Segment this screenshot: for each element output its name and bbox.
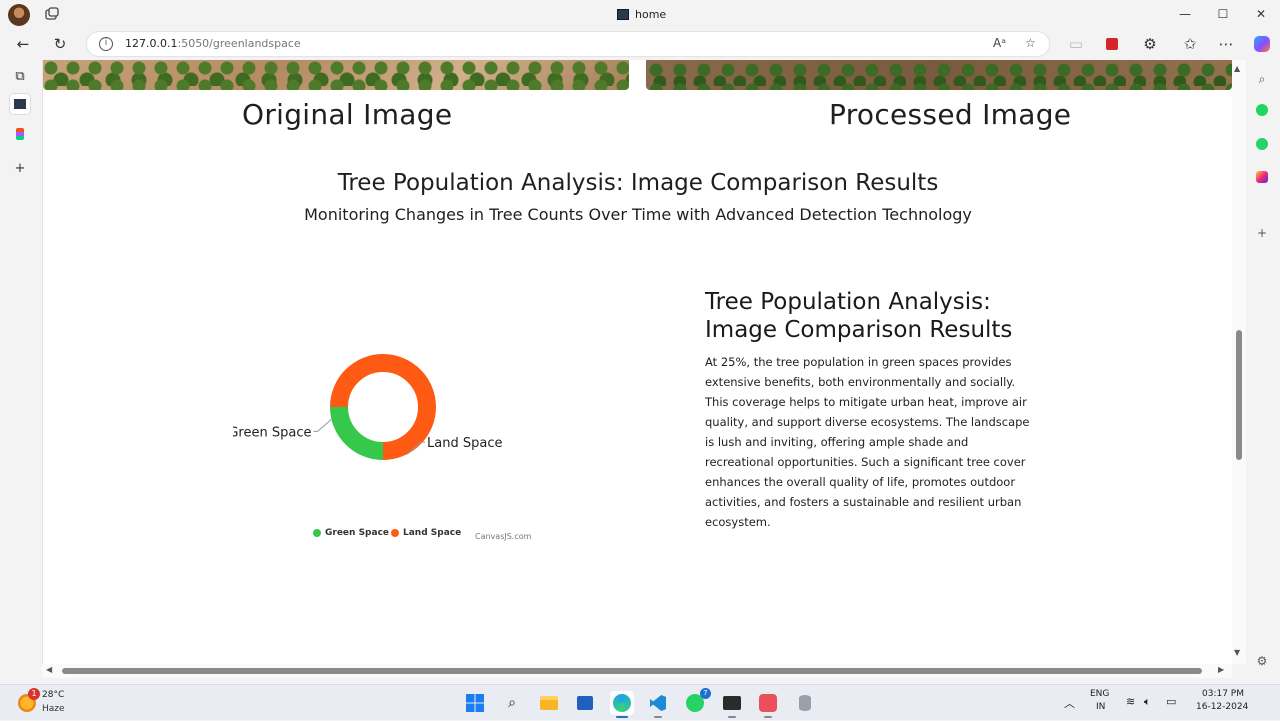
terminal-running-indicator: [728, 716, 736, 718]
terminal-favicon-icon: [617, 8, 629, 20]
clock-time[interactable]: 03:17 PM: [1202, 689, 1244, 699]
database-icon[interactable]: [793, 691, 817, 715]
sidebar-settings-icon[interactable]: ⚙: [1253, 652, 1271, 670]
scroll-up-arrow-icon[interactable]: ▲: [1234, 64, 1240, 73]
green-legend-marker: [313, 529, 321, 537]
active-tab[interactable]: home: [617, 6, 666, 22]
weather-badge: 1: [28, 688, 40, 700]
app-a-icon[interactable]: [756, 691, 780, 718]
system-tray: ︿ ENG IN ≋ 🔈︎ ▭ 03:17 PM 16-12-2024: [1060, 685, 1280, 721]
weather-temperature: 28°C: [42, 690, 65, 700]
wifi-icon[interactable]: ≋: [1126, 695, 1135, 708]
original-image-caption: Original Image: [242, 98, 453, 131]
whatsapp-taskbar-icon[interactable]: 7: [683, 688, 711, 715]
analysis-body: At 25%, the tree population in green spa…: [705, 355, 1030, 529]
microsoft-store-icon[interactable]: [573, 691, 597, 715]
legend-label-land: Land Space: [403, 528, 462, 538]
vertical-tabs-bar: ⧉ +: [0, 60, 42, 684]
vertical-scrollbar[interactable]: ▲ ▼: [1232, 60, 1246, 664]
edge-sidebar: ⌕ + ⚙: [1246, 60, 1280, 684]
scroll-down-arrow-icon[interactable]: ▼: [1234, 648, 1240, 657]
extension-red-icon[interactable]: [1100, 32, 1124, 56]
weather-condition: Haze: [42, 704, 65, 714]
split-screen-icon[interactable]: ▭: [1064, 32, 1088, 56]
analysis-title: Tree Population Analysis: Image Comparis…: [705, 289, 1013, 343]
file-explorer-icon[interactable]: [537, 691, 561, 715]
extensions-puzzle-icon[interactable]: ⚙: [1138, 32, 1162, 56]
slice-green-space[interactable]: [330, 406, 384, 460]
tab-figma-icon[interactable]: [10, 124, 30, 144]
taskbar-search-icon[interactable]: ⌕: [500, 691, 524, 715]
instagram-icon[interactable]: [1256, 171, 1268, 183]
vscode-running-indicator: [654, 716, 662, 718]
tab-home-icon[interactable]: [10, 94, 30, 114]
tab-actions-icon[interactable]: ⧉: [10, 66, 30, 86]
search-icon[interactable]: ⌕: [1253, 70, 1271, 88]
add-sidebar-app-icon[interactable]: +: [1253, 224, 1271, 242]
navigation-bar: ← ↻ i 127.0.0.1:5050/greenlandspace Aᵃ ☆…: [0, 28, 1280, 60]
page-content: Original Image Processed Image Tree Popu…: [42, 60, 1246, 664]
tab-title-label: home: [635, 7, 667, 21]
original-image: [43, 60, 629, 90]
vscode-icon[interactable]: [646, 691, 670, 718]
vertical-scroll-thumb[interactable]: [1236, 330, 1242, 460]
slice-label-green-space: Green Space: [233, 425, 311, 440]
refresh-icon[interactable]: ↻: [48, 32, 72, 56]
more-menu-icon[interactable]: ⋯: [1214, 32, 1238, 56]
maximize-button[interactable]: ☐: [1204, 0, 1242, 28]
volume-icon[interactable]: 🔈︎: [1144, 695, 1151, 709]
horizontal-scroll-thumb[interactable]: [62, 668, 1202, 674]
scroll-right-arrow-icon[interactable]: ▶: [1218, 665, 1224, 674]
weather-widget[interactable]: 1 28°C Haze: [16, 687, 106, 719]
edge-browser-icon[interactable]: [610, 691, 634, 718]
legend-item-green-space[interactable]: Green Space: [313, 528, 389, 538]
app-a-running-indicator: [764, 716, 772, 718]
url-text[interactable]: 127.0.0.1:5050/greenlandspace: [125, 37, 301, 50]
orange-legend-marker: [391, 529, 399, 537]
site-info-icon[interactable]: i: [99, 37, 113, 51]
page-subtitle: Monitoring Changes in Tree Counts Over T…: [304, 205, 972, 224]
new-tab-icon[interactable]: +: [10, 158, 30, 178]
horizontal-scrollbar[interactable]: ◀ ▶: [42, 664, 1232, 678]
workspaces-icon[interactable]: [44, 6, 60, 22]
terminal-icon[interactable]: [720, 691, 744, 718]
taskbar: 1 28°C Haze ⌕ 7 ︿ ENG IN ≋ 🔈︎ ▭ 03:17 PM…: [0, 684, 1280, 720]
chart-credit-link[interactable]: CanvasJS.com: [475, 532, 531, 541]
scroll-left-arrow-icon[interactable]: ◀: [46, 665, 52, 674]
start-windows-icon[interactable]: [463, 691, 487, 715]
legend-label-green: Green Space: [325, 528, 390, 538]
read-aloud-icon[interactable]: Aᵃ: [993, 36, 1006, 50]
profile-avatar[interactable]: [8, 4, 30, 26]
language-top[interactable]: ENG: [1090, 689, 1109, 699]
favorites-icon[interactable]: ✩: [1178, 32, 1202, 56]
whatsapp-unread-count: 7: [700, 688, 711, 699]
close-window-button[interactable]: ✕: [1242, 0, 1280, 28]
processed-image: [646, 60, 1232, 90]
slice-label-land-space: Land Space: [427, 436, 502, 451]
leader-line-0: [313, 418, 332, 432]
edge-running-indicator: [616, 716, 628, 718]
show-hidden-icons-chevron-icon[interactable]: ︿: [1064, 695, 1075, 711]
battery-icon[interactable]: ▭: [1166, 695, 1176, 708]
address-bar[interactable]: i 127.0.0.1:5050/greenlandspace Aᵃ ☆: [86, 31, 1050, 57]
minimize-button[interactable]: —: [1166, 0, 1204, 28]
favorite-star-icon[interactable]: ☆: [1025, 36, 1036, 50]
back-arrow-icon[interactable]: ←: [11, 32, 35, 56]
legend-item-land-space[interactable]: Land Space: [391, 528, 461, 538]
page-title: Tree Population Analysis: Image Comparis…: [337, 170, 939, 196]
clock-date[interactable]: 16-12-2024: [1196, 702, 1248, 712]
spotify-icon[interactable]: [1256, 104, 1268, 116]
windows-logo-icon: [466, 694, 484, 712]
title-bar: home — ☐ ✕: [0, 0, 1280, 28]
copilot-icon[interactable]: [1250, 32, 1274, 56]
processed-image-caption: Processed Image: [829, 98, 1072, 131]
language-bottom[interactable]: IN: [1096, 702, 1105, 712]
whatsapp-icon[interactable]: [1256, 138, 1268, 150]
